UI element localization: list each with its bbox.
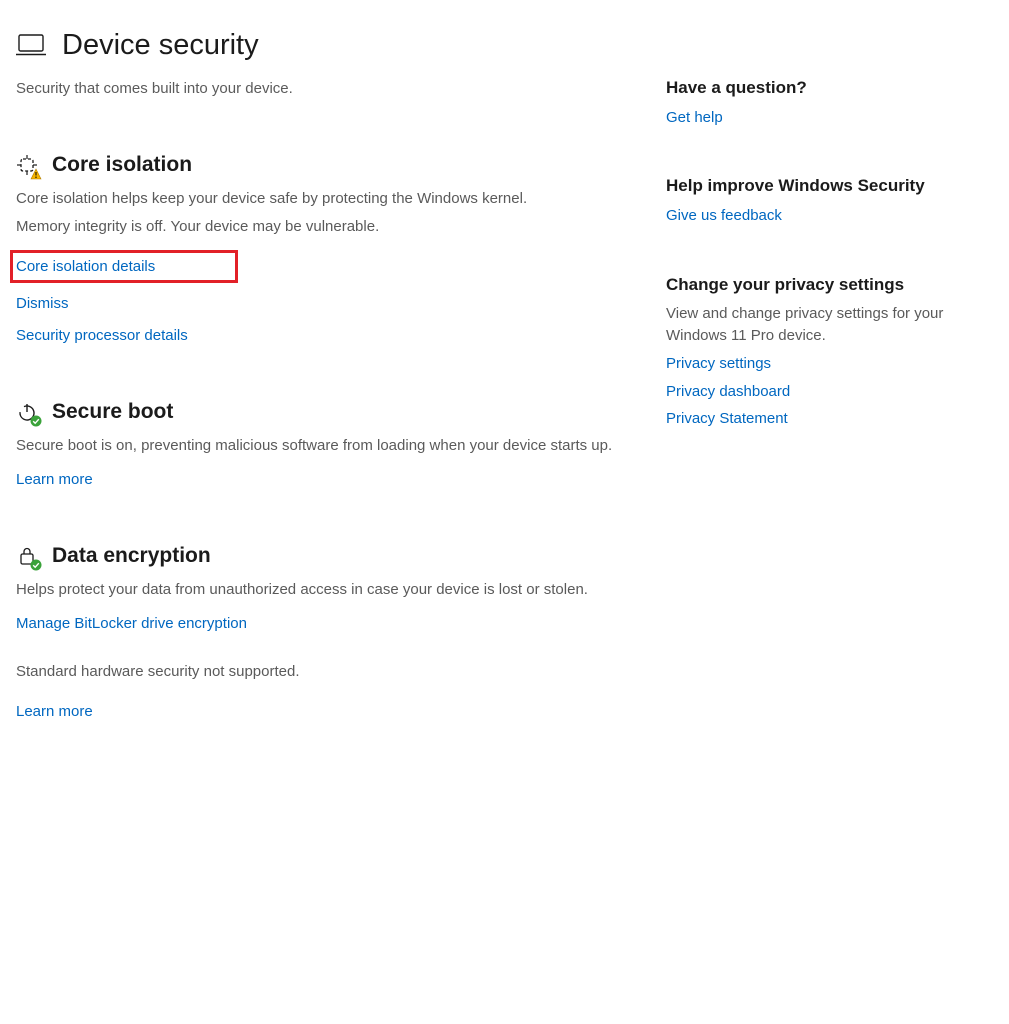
question-heading: Have a question? bbox=[666, 76, 966, 101]
page-header: Device security bbox=[16, 24, 626, 66]
dismiss-link[interactable]: Dismiss bbox=[16, 293, 626, 315]
highlight-box: Core isolation details bbox=[10, 250, 238, 284]
core-isolation-desc: Core isolation helps keep your device sa… bbox=[16, 188, 626, 210]
get-help-link[interactable]: Get help bbox=[666, 107, 966, 129]
section-data-encryption: Data encryption Helps protect your data … bbox=[16, 541, 626, 635]
privacy-text: View and change privacy settings for you… bbox=[666, 303, 966, 347]
secure-boot-desc: Secure boot is on, preventing malicious … bbox=[16, 435, 626, 457]
standard-hardware-text: Standard hardware security not supported… bbox=[16, 661, 626, 683]
ok-badge-icon bbox=[30, 415, 42, 427]
core-isolation-details-link[interactable]: Core isolation details bbox=[16, 256, 155, 278]
lock-icon bbox=[16, 545, 38, 567]
data-encryption-title: Data encryption bbox=[52, 541, 211, 571]
section-secure-boot: Secure boot Secure boot is on, preventin… bbox=[16, 397, 626, 491]
sidebar-improve: Help improve Windows Security Give us fe… bbox=[666, 174, 966, 226]
security-processor-details-link[interactable]: Security processor details bbox=[16, 325, 626, 347]
standard-learn-more-link[interactable]: Learn more bbox=[16, 701, 93, 723]
privacy-settings-link[interactable]: Privacy settings bbox=[666, 353, 966, 375]
privacy-dashboard-link[interactable]: Privacy dashboard bbox=[666, 381, 966, 403]
sidebar-question: Have a question? Get help bbox=[666, 76, 966, 128]
data-encryption-desc: Helps protect your data from unauthorize… bbox=[16, 579, 626, 601]
sidebar-privacy: Change your privacy settings View and ch… bbox=[666, 273, 966, 430]
privacy-heading: Change your privacy settings bbox=[666, 273, 966, 298]
page-title: Device security bbox=[62, 24, 259, 66]
device-icon bbox=[16, 33, 46, 57]
section-core-isolation: Core isolation Core isolation helps keep… bbox=[16, 150, 626, 347]
warning-badge-icon bbox=[30, 168, 42, 180]
secure-boot-learn-more-link[interactable]: Learn more bbox=[16, 469, 93, 491]
give-feedback-link[interactable]: Give us feedback bbox=[666, 205, 966, 227]
secure-boot-title: Secure boot bbox=[52, 397, 173, 427]
power-icon bbox=[16, 401, 38, 423]
improve-heading: Help improve Windows Security bbox=[666, 174, 966, 199]
ok-badge-icon bbox=[30, 559, 42, 571]
core-isolation-title: Core isolation bbox=[52, 150, 192, 180]
chip-icon bbox=[16, 154, 38, 176]
privacy-statement-link[interactable]: Privacy Statement bbox=[666, 408, 966, 430]
page-subtitle: Security that comes built into your devi… bbox=[16, 78, 626, 100]
manage-bitlocker-link[interactable]: Manage BitLocker drive encryption bbox=[16, 613, 247, 635]
core-isolation-warning: Memory integrity is off. Your device may… bbox=[16, 216, 626, 238]
